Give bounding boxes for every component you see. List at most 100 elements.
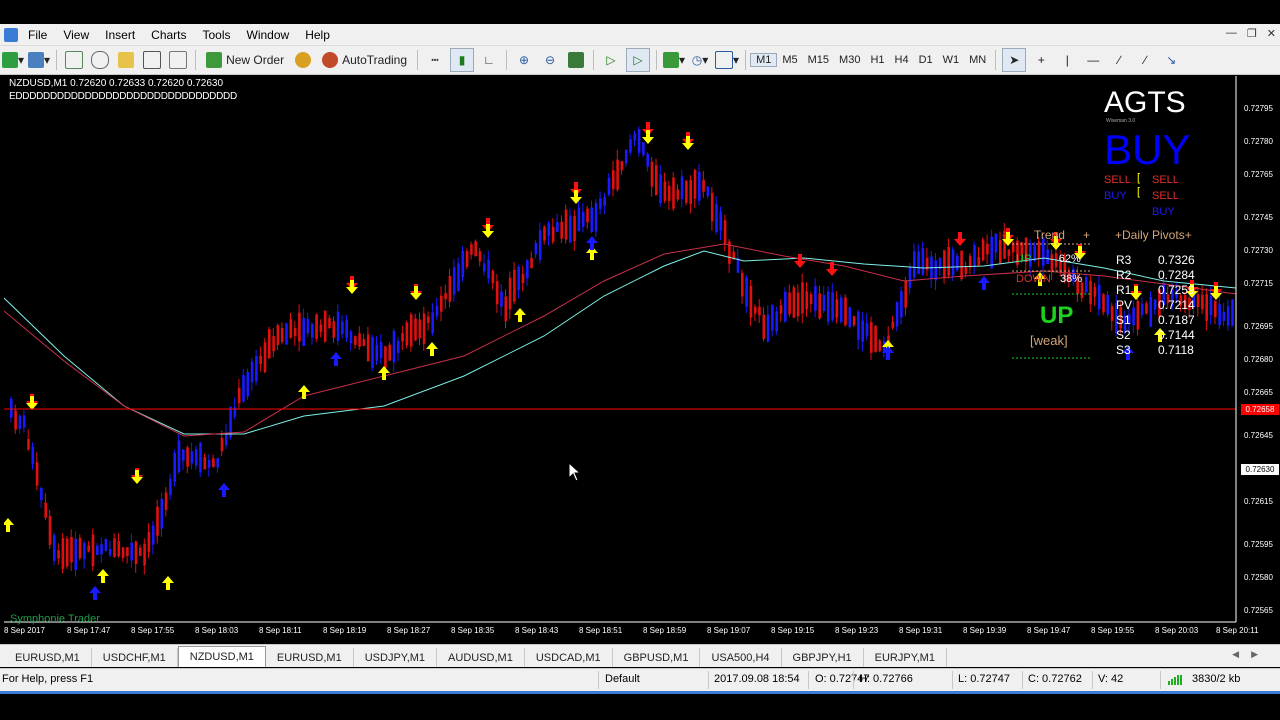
candle-body (1222, 311, 1226, 321)
candle-body (1196, 294, 1200, 307)
timeframe-m1[interactable]: M1 (750, 53, 778, 67)
close-icon[interactable]: ✕ (1267, 27, 1276, 40)
indicators-button[interactable]: ▾ (663, 49, 685, 71)
templates-button[interactable]: ▾ (715, 49, 739, 71)
restore-icon[interactable]: ❐ (1247, 27, 1257, 40)
strategy-tester-button[interactable] (167, 49, 189, 71)
candle-body (1226, 306, 1230, 326)
chart-shift-button[interactable]: ▷ (626, 48, 651, 72)
cursor-tool-button[interactable]: ➤ (1002, 48, 1027, 72)
auto-scroll-button[interactable]: ▷ (600, 49, 622, 71)
candle-body (10, 398, 13, 418)
candle-body (298, 312, 301, 342)
timeframe-m30[interactable]: M30 (834, 54, 865, 66)
chart-tab[interactable]: USDCAD,M1 (525, 648, 613, 667)
status-close: C: 0.72762 (1028, 673, 1082, 685)
chart-window[interactable]: NZDUSD,M1 0.72620 0.72633 0.72620 0.7263… (4, 76, 1280, 642)
candle-body (491, 270, 495, 284)
menu-help[interactable]: Help (299, 28, 340, 42)
bar-chart-button[interactable]: ┅ (424, 49, 446, 71)
candle-body (835, 299, 839, 318)
candle-body (693, 169, 697, 199)
timeframe-m5[interactable]: M5 (777, 54, 802, 66)
profiles-button[interactable]: ▾ (28, 49, 50, 71)
periods-button[interactable]: ◷ ▾ (689, 49, 711, 71)
candle-body (302, 317, 305, 346)
menu-view[interactable]: View (57, 28, 99, 42)
candle-body (947, 246, 950, 276)
sell-arrow-icon (954, 232, 966, 246)
terminal-button[interactable] (141, 49, 163, 71)
channel-button[interactable]: ∕ (1134, 49, 1156, 71)
toolbar-divider (56, 50, 58, 70)
candle-body (921, 248, 925, 275)
crosshair-tool-button[interactable]: + (1030, 49, 1052, 71)
tab-scroll-arrows[interactable]: ◀▶ (1232, 649, 1270, 660)
price-axis-label: 0.72795 (1244, 104, 1273, 113)
chart-tab[interactable]: USA500,H4 (700, 648, 782, 667)
candle-body (556, 222, 559, 232)
autotrading-button[interactable]: AutoTrading (318, 49, 411, 71)
candle-body (796, 292, 800, 317)
horizontal-line-button[interactable]: — (1082, 49, 1104, 71)
candle-body (526, 260, 529, 279)
toolbar: ▾ ▾ New Order AutoTrading ┅ ▮ ∟ ⊕ ⊖ ▷ ▷ … (0, 46, 1280, 75)
tile-windows-button[interactable] (565, 49, 587, 71)
candle-body (276, 325, 280, 346)
candle-body (646, 153, 649, 167)
menu-charts[interactable]: Charts (145, 28, 196, 42)
candle-body (255, 356, 258, 382)
timeframe-h1[interactable]: H1 (865, 54, 889, 66)
new-chart-icon (2, 52, 18, 68)
chart-tab[interactable]: EURUSD,M1 (266, 648, 354, 667)
chart-tabs-bar: EURUSD,M1 USDCHF,M1 NZDUSD,M1 EURUSD,M1 … (0, 644, 1280, 667)
zoom-in-button[interactable]: ⊕ (513, 49, 535, 71)
fibo-icon: ↘ (1166, 53, 1177, 67)
minimize-icon[interactable]: — (1226, 27, 1237, 40)
timeframe-m15[interactable]: M15 (803, 54, 834, 66)
candlestick-button[interactable]: ▮ (450, 48, 475, 72)
status-profile: Default (605, 673, 640, 685)
candle-body (259, 355, 262, 364)
pivot-r1-name: R1 (1116, 283, 1132, 297)
chart-tab-active[interactable]: NZDUSD,M1 (177, 646, 266, 667)
new-order-button[interactable]: New Order (202, 49, 288, 71)
candle-body (547, 223, 551, 237)
chart-tab[interactable]: EURJPY,M1 (864, 648, 947, 667)
timeframe-h4[interactable]: H4 (890, 54, 914, 66)
vertical-line-button[interactable]: | (1056, 49, 1078, 71)
candle-body (319, 324, 323, 333)
time-axis-label: 8 Sep 2017 (4, 626, 45, 635)
new-chart-button[interactable]: ▾ (2, 49, 24, 71)
timeframe-w1[interactable]: W1 (938, 54, 965, 66)
chart-tab[interactable]: AUDUSD,M1 (437, 648, 525, 667)
timeframe-d1[interactable]: D1 (914, 54, 938, 66)
menu-window[interactable]: Window (241, 28, 300, 42)
metaeditor-button[interactable] (292, 49, 314, 71)
menu-tools[interactable]: Tools (197, 28, 241, 42)
navigator-button[interactable] (115, 49, 137, 71)
candle-body (194, 449, 198, 466)
fibo-button[interactable]: ↘ (1160, 49, 1182, 71)
candle-body (1136, 301, 1140, 330)
sell-arrow-icon (794, 254, 806, 268)
pivot-pv-value: 0.7214 (1158, 298, 1195, 312)
candle-body (874, 325, 877, 352)
timeframe-mn[interactable]: MN (964, 54, 991, 66)
chart-tab[interactable]: EURUSD,M1 (4, 648, 92, 667)
price-chart[interactable] (4, 76, 1280, 642)
market-watch-button[interactable] (63, 49, 85, 71)
line-chart-button[interactable]: ∟ (478, 49, 500, 71)
chart-tab[interactable]: USDJPY,M1 (354, 648, 438, 667)
zoom-out-button[interactable]: ⊖ (539, 49, 561, 71)
menu-file[interactable]: File (22, 28, 57, 42)
candle-body (366, 334, 370, 361)
candle-body (865, 323, 869, 336)
chart-tab[interactable]: GBPUSD,M1 (613, 648, 701, 667)
menu-insert[interactable]: Insert (99, 28, 145, 42)
trendline-button[interactable]: ∕ (1108, 49, 1130, 71)
candle-body (564, 209, 568, 240)
chart-tab[interactable]: GBPJPY,H1 (782, 648, 864, 667)
data-window-button[interactable] (89, 49, 111, 71)
chart-tab[interactable]: USDCHF,M1 (92, 648, 178, 667)
